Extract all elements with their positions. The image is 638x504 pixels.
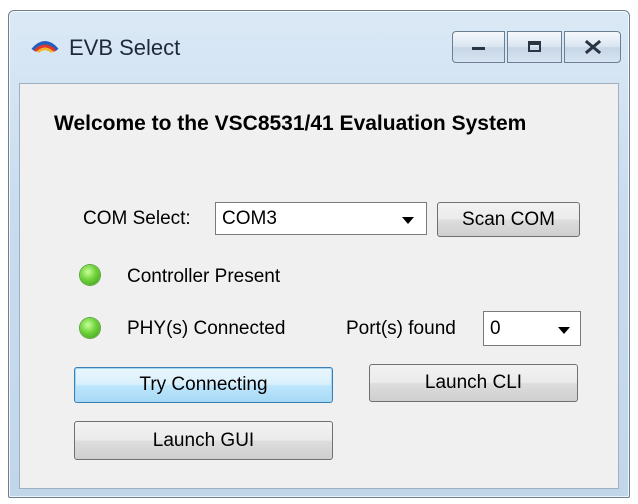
ports-found-dropdown[interactable]: 0 (483, 311, 581, 346)
controller-status-label: Controller Present (127, 266, 281, 287)
com-select-value: COM3 (222, 208, 277, 229)
minimize-icon (471, 47, 485, 50)
phy-status-led-icon (80, 318, 100, 338)
chevron-down-icon (402, 217, 414, 224)
ports-found-value: 0 (490, 318, 501, 339)
launch-cli-label: Launch CLI (424, 372, 523, 393)
phy-status-label: PHY(s) Connected (127, 318, 286, 339)
scan-com-label: Scan COM (462, 208, 555, 230)
maximize-button[interactable] (507, 31, 562, 63)
close-icon (584, 39, 601, 55)
minimize-button[interactable] (452, 31, 505, 63)
welcome-heading: Welcome to the VSC8531/41 Evaluation Sys… (54, 112, 527, 135)
try-connecting-label: Try Connecting (139, 374, 268, 395)
launch-gui-label: Launch GUI (152, 429, 255, 451)
close-button[interactable] (564, 31, 621, 63)
title-bar[interactable]: EVB Select (9, 11, 629, 81)
ports-found-label: Port(s) found (346, 318, 456, 339)
maximize-icon (527, 41, 541, 52)
controller-status-led-icon (80, 265, 100, 285)
window-title: EVB Select (69, 35, 181, 60)
com-select-label: COM Select: (83, 208, 191, 229)
launch-cli-button[interactable]: Launch CLI (369, 364, 578, 402)
chevron-down-icon (558, 327, 570, 334)
evb-logo-icon (31, 41, 59, 53)
com-select-dropdown[interactable]: COM3 (215, 202, 427, 235)
launch-gui-button[interactable]: Launch GUI (74, 421, 333, 460)
scan-com-button[interactable]: Scan COM (437, 202, 580, 237)
try-connecting-button[interactable]: Try Connecting (74, 367, 333, 403)
